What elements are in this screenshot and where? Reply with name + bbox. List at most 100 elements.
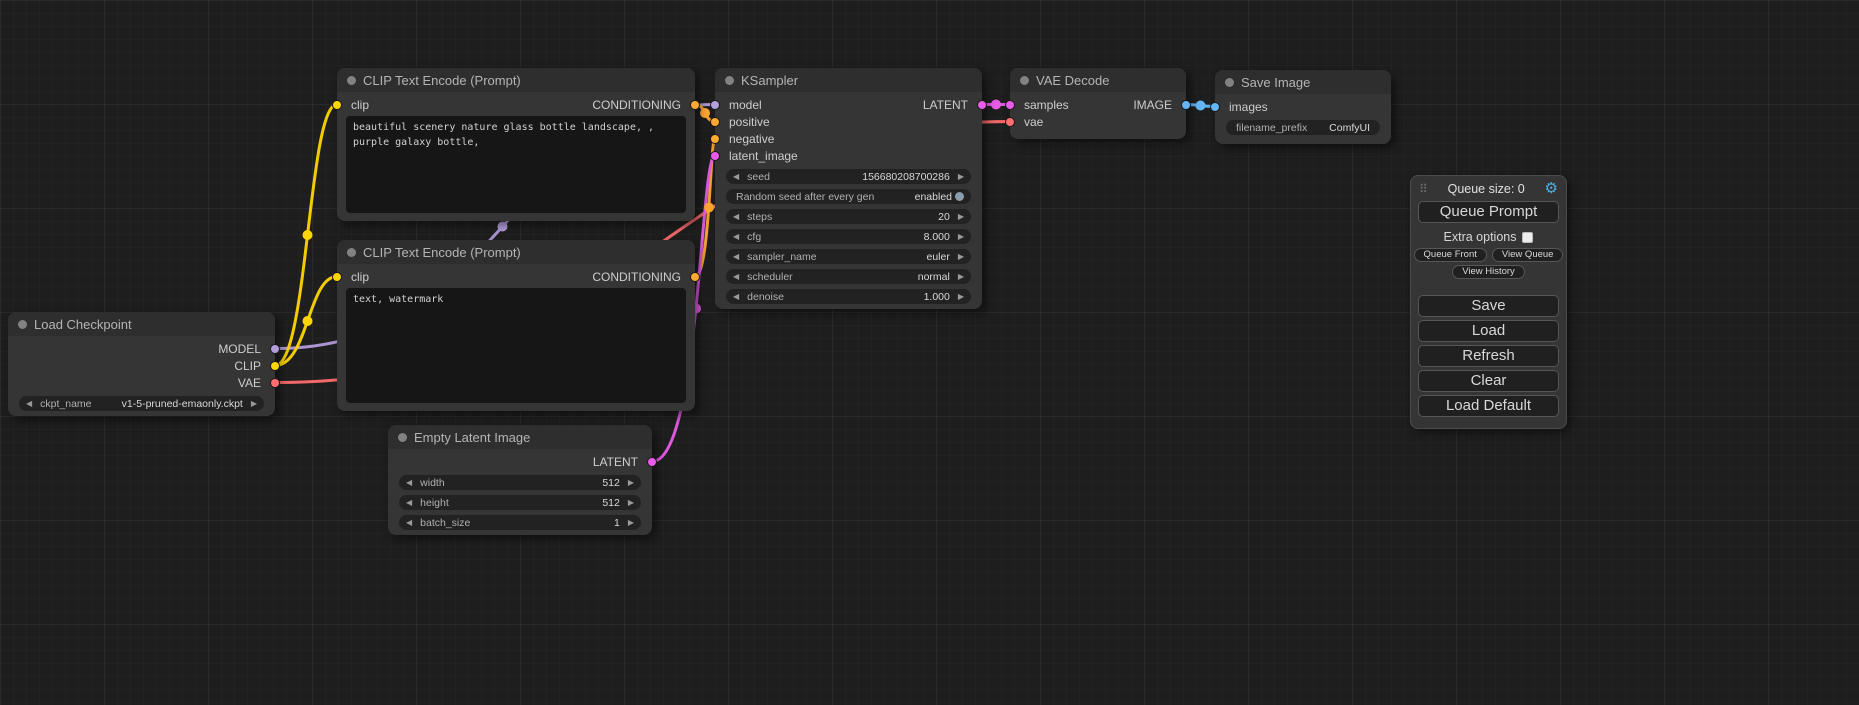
- node-collapse-dot-icon[interactable]: [725, 76, 734, 85]
- seed-widget[interactable]: ◀ seed 156680208700286 ▶: [726, 169, 971, 184]
- output-port-model[interactable]: [270, 344, 280, 354]
- increment-arrow-icon[interactable]: ▶: [628, 479, 634, 487]
- node-save-image[interactable]: Save Image images filename_prefix ComfyU…: [1215, 70, 1391, 144]
- input-slot-label: vae: [1024, 115, 1043, 129]
- node-title: CLIP Text Encode (Prompt): [363, 245, 521, 260]
- node-collapse-dot-icon[interactable]: [18, 320, 27, 329]
- extra-options-checkbox[interactable]: [1522, 232, 1533, 243]
- decrement-arrow-icon[interactable]: ◀: [733, 173, 739, 181]
- queue-front-button[interactable]: Queue Front: [1414, 248, 1487, 262]
- node-title-bar[interactable]: Load Checkpoint: [8, 312, 275, 336]
- node-collapse-dot-icon[interactable]: [398, 433, 407, 442]
- width-widget[interactable]: ◀ width 512 ▶: [399, 475, 641, 490]
- view-history-button[interactable]: View History: [1452, 265, 1525, 279]
- input-port-positive[interactable]: [710, 117, 720, 127]
- output-port-conditioning[interactable]: [690, 272, 700, 282]
- widget-label: Random seed after every gen: [736, 191, 915, 203]
- increment-arrow-icon[interactable]: ▶: [958, 173, 964, 181]
- clear-button[interactable]: Clear: [1418, 370, 1559, 392]
- node-load-checkpoint[interactable]: Load Checkpoint MODEL CLIP VAE ◀ ckpt_na…: [8, 312, 275, 416]
- node-collapse-dot-icon[interactable]: [1020, 76, 1029, 85]
- ckpt-name-widget[interactable]: ◀ ckpt_name v1-5-pruned-emaonly.ckpt ▶: [19, 396, 264, 411]
- scheduler-widget[interactable]: ◀ scheduler normal ▶: [726, 269, 971, 284]
- toggle-dot-icon[interactable]: [955, 192, 964, 201]
- output-port-conditioning[interactable]: [690, 100, 700, 110]
- input-port-clip[interactable]: [332, 100, 342, 110]
- denoise-widget[interactable]: ◀ denoise 1.000 ▶: [726, 289, 971, 304]
- queue-panel: ⠿ Queue size: 0 ⚙ Queue Prompt Extra opt…: [1410, 175, 1567, 429]
- node-collapse-dot-icon[interactable]: [1225, 78, 1234, 87]
- output-port-latent[interactable]: [647, 457, 657, 467]
- height-widget[interactable]: ◀ height 512 ▶: [399, 495, 641, 510]
- increment-arrow-icon[interactable]: ▶: [958, 293, 964, 301]
- node-title-bar[interactable]: KSampler: [715, 68, 982, 92]
- output-port-vae[interactable]: [270, 378, 280, 388]
- decrement-arrow-icon[interactable]: ◀: [406, 499, 412, 507]
- input-port-samples[interactable]: [1005, 100, 1015, 110]
- sampler-name-widget[interactable]: ◀ sampler_name euler ▶: [726, 249, 971, 264]
- refresh-button[interactable]: Refresh: [1418, 345, 1559, 367]
- node-title-bar[interactable]: Save Image: [1215, 70, 1391, 94]
- output-port-image[interactable]: [1181, 100, 1191, 110]
- input-port-latent-image[interactable]: [710, 151, 720, 161]
- node-collapse-dot-icon[interactable]: [347, 76, 356, 85]
- load-button[interactable]: Load: [1418, 320, 1559, 342]
- batch-size-widget[interactable]: ◀ batch_size 1 ▶: [399, 515, 641, 530]
- positive-prompt-textarea[interactable]: beautiful scenery nature glass bottle la…: [346, 116, 686, 213]
- increment-arrow-icon[interactable]: ▶: [958, 253, 964, 261]
- decrement-arrow-icon[interactable]: ◀: [406, 479, 412, 487]
- decrement-arrow-icon[interactable]: ◀: [733, 233, 739, 241]
- random-seed-toggle-widget[interactable]: Random seed after every gen enabled: [726, 189, 971, 204]
- decrement-arrow-icon[interactable]: ◀: [733, 253, 739, 261]
- output-slot-clip: CLIP: [8, 357, 275, 374]
- increment-arrow-icon[interactable]: ▶: [251, 400, 257, 408]
- node-empty-latent-image[interactable]: Empty Latent Image LATENT ◀ width 512 ▶ …: [388, 425, 652, 535]
- save-button[interactable]: Save: [1418, 295, 1559, 317]
- widget-label: sampler_name: [747, 251, 926, 263]
- input-port-vae[interactable]: [1005, 117, 1015, 127]
- filename-prefix-widget[interactable]: filename_prefix ComfyUI: [1226, 120, 1380, 135]
- output-port-latent[interactable]: [977, 100, 987, 110]
- node-title-bar[interactable]: VAE Decode: [1010, 68, 1186, 92]
- widget-label: height: [420, 497, 602, 509]
- load-default-button[interactable]: Load Default: [1418, 395, 1559, 417]
- output-port-clip[interactable]: [270, 361, 280, 371]
- cfg-widget[interactable]: ◀ cfg 8.000 ▶: [726, 229, 971, 244]
- widget-value: 512: [602, 477, 620, 489]
- view-queue-button[interactable]: View Queue: [1492, 248, 1564, 262]
- node-collapse-dot-icon[interactable]: [347, 248, 356, 257]
- settings-gear-icon[interactable]: ⚙: [1545, 181, 1558, 196]
- negative-prompt-textarea[interactable]: text, watermark: [346, 288, 686, 403]
- node-graph-canvas[interactable]: Load Checkpoint MODEL CLIP VAE ◀ ckpt_na…: [0, 0, 1859, 705]
- node-clip-text-encode-positive[interactable]: CLIP Text Encode (Prompt) clip CONDITION…: [337, 68, 695, 221]
- view-history-row: View History: [1411, 265, 1566, 279]
- increment-arrow-icon[interactable]: ▶: [958, 213, 964, 221]
- node-title-bar[interactable]: CLIP Text Encode (Prompt): [337, 240, 695, 264]
- decrement-arrow-icon[interactable]: ◀: [733, 273, 739, 281]
- decrement-arrow-icon[interactable]: ◀: [733, 293, 739, 301]
- slot-row: samples IMAGE: [1010, 96, 1186, 113]
- queue-small-buttons-row: Queue Front View Queue: [1411, 248, 1566, 262]
- queue-prompt-button[interactable]: Queue Prompt: [1418, 201, 1559, 223]
- drag-handle-icon[interactable]: ⠿: [1419, 182, 1428, 196]
- increment-arrow-icon[interactable]: ▶: [628, 519, 634, 527]
- node-clip-text-encode-negative[interactable]: CLIP Text Encode (Prompt) clip CONDITION…: [337, 240, 695, 411]
- decrement-arrow-icon[interactable]: ◀: [26, 400, 32, 408]
- increment-arrow-icon[interactable]: ▶: [958, 273, 964, 281]
- input-port-clip[interactable]: [332, 272, 342, 282]
- input-port-negative[interactable]: [710, 134, 720, 144]
- node-title: VAE Decode: [1036, 73, 1109, 88]
- link-dot: [303, 316, 313, 326]
- node-title-bar[interactable]: CLIP Text Encode (Prompt): [337, 68, 695, 92]
- input-port-images[interactable]: [1210, 102, 1220, 112]
- decrement-arrow-icon[interactable]: ◀: [733, 213, 739, 221]
- input-slot-latent-image: latent_image: [715, 147, 982, 164]
- increment-arrow-icon[interactable]: ▶: [628, 499, 634, 507]
- decrement-arrow-icon[interactable]: ◀: [406, 519, 412, 527]
- node-ksampler[interactable]: KSampler model LATENT positive negative …: [715, 68, 982, 309]
- node-vae-decode[interactable]: VAE Decode samples IMAGE vae: [1010, 68, 1186, 139]
- steps-widget[interactable]: ◀ steps 20 ▶: [726, 209, 971, 224]
- input-port-model[interactable]: [710, 100, 720, 110]
- increment-arrow-icon[interactable]: ▶: [958, 233, 964, 241]
- node-title-bar[interactable]: Empty Latent Image: [388, 425, 652, 449]
